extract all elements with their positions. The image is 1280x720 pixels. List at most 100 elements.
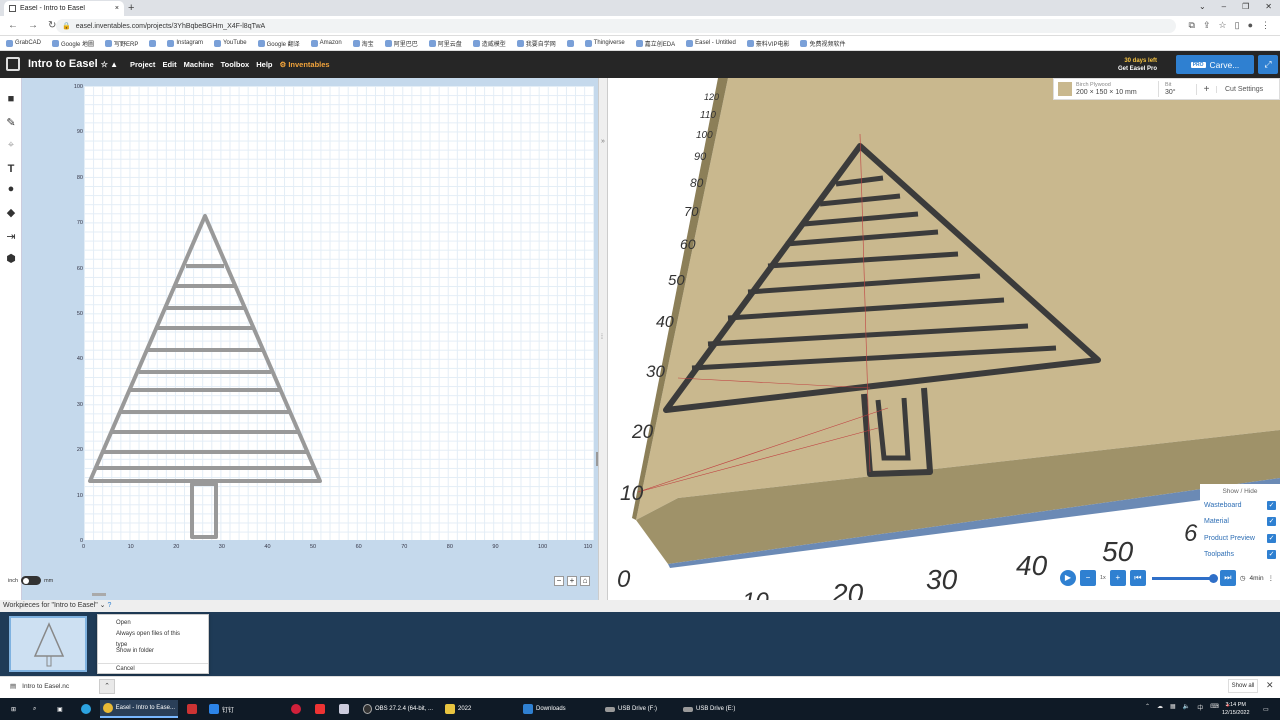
back-icon[interactable]: ← [8,20,18,31]
close-tab-icon[interactable]: × [115,5,119,12]
progress-slider[interactable] [1151,573,1218,583]
bookmark-item[interactable]: GrabCAD [6,39,41,47]
bookmark-item[interactable]: 阿里云盘 [428,39,462,48]
text-icon[interactable]: T [4,162,18,176]
browser-tab[interactable]: Easel - Intro to Easel × [4,1,124,16]
add-bit-button[interactable]: + [1196,83,1216,95]
bookmark-item[interactable]: 嘉立创EDA [635,39,675,48]
start-icon[interactable]: ⊞ [8,700,19,718]
taskbar-downloads[interactable]: Downloads [520,700,569,718]
tree-design-shape[interactable] [84,86,594,540]
bookmark-item[interactable]: 淘宝 [352,39,374,48]
bookmark-item[interactable]: Easel - Untitled [686,39,736,47]
translate-icon[interactable]: ⧉ [1189,20,1195,31]
taskbar-dingtalk[interactable]: 钉钉 [206,700,237,718]
minimize-icon[interactable]: – [1222,2,1226,11]
shapes-icon[interactable]: ■ [4,92,18,106]
favorite-star-icon[interactable]: ☆ ▲ [101,60,118,69]
app-red-icon[interactable] [312,700,328,718]
ime-icon[interactable]: 中 [1197,703,1203,712]
taskbar-usb-e[interactable]: USB Drive (E:) [680,700,738,718]
show-all-button[interactable]: Show all [1228,679,1258,693]
url-field[interactable]: 🔒 easel.inventables.com/projects/3YhBqbe… [56,19,1176,33]
help-icon[interactable]: ? [108,602,112,609]
maximize-icon[interactable]: ❐ [1242,2,1249,11]
checkbox-icon[interactable]: ✓ [1267,550,1276,560]
bookmark-item[interactable]: YouTube [214,39,247,47]
more-icon[interactable]: ⋮ [1268,574,1275,582]
ctx-always-open[interactable]: Always open files of this type [98,629,208,648]
unit-toggle[interactable]: inch mm [8,576,53,585]
menu-edit[interactable]: Edit [162,60,176,69]
box-icon[interactable]: ◆ [4,206,18,220]
layer-product-preview[interactable]: Product Preview ✓ [1200,530,1280,547]
close-download-bar-icon[interactable]: ✕ [1266,680,1274,691]
cut-settings-button[interactable]: Cut Settings [1216,85,1263,93]
bookmark-item[interactable]: Google 地圖 [52,39,94,48]
taskbar-chrome[interactable]: Easel - Intro to Ease... [100,700,178,718]
input-icon[interactable]: ⌨ [1210,703,1219,712]
material-swatch[interactable] [1058,82,1072,96]
menu-project[interactable]: Project [130,60,155,69]
drag-handle-icon[interactable]: ⁞ [601,334,603,341]
volume-icon[interactable]: 🔈 [1183,703,1190,712]
download-options-icon[interactable]: ⌃ [99,679,115,694]
workpieces-header[interactable]: Workpieces for "Intro to Easel" ⌄ ? [0,600,1280,612]
task-view-icon[interactable]: ▣ [54,700,66,718]
tab-search-icon[interactable]: ⌄ [1199,2,1206,11]
home-icon[interactable]: ⌂ [580,576,590,586]
checkbox-icon[interactable]: ✓ [1267,517,1276,527]
trial-notice[interactable]: 30 days left Get Easel Pro [1118,57,1157,73]
download-item[interactable]: ▤ Intro to Easel.nc [10,682,69,691]
taskbar-usb-f[interactable]: USB Drive (F:) [602,700,660,718]
netease-icon[interactable] [288,700,304,718]
rewind-icon[interactable]: ⏮ [1129,570,1146,586]
network-icon[interactable]: ▦ [1170,703,1176,712]
slower-button[interactable]: − [1080,570,1096,586]
bookmark-item[interactable]: 免费视频软件 [800,39,845,48]
bookmark-item[interactable]: 我要自学网 [516,39,556,48]
skip-end-icon[interactable]: ⏭ [1219,570,1236,586]
workpiece-thumbnail[interactable] [9,616,87,672]
menu-toolbox[interactable]: Toolbox [221,60,250,69]
material-info[interactable]: Birch Plywood 200 × 150 × 10 mm [1076,81,1158,97]
project-title[interactable]: Intro to Easel ☆ ▲ [28,58,118,70]
layer-toolpaths[interactable]: Toolpaths ✓ [1200,547,1280,564]
menu-icon[interactable]: ⋮ [1261,20,1270,31]
taskbar-folder-2022[interactable]: 2022 [442,700,474,718]
taskbar-obs[interactable]: OBS 27.2.4 (64-bit, ... [360,700,436,718]
menu-help[interactable]: Help [256,60,272,69]
forward-icon[interactable]: → [28,20,38,31]
carve-button[interactable]: PRO Carve... [1176,55,1254,74]
layer-wasteboard[interactable]: Wasteboard ✓ [1200,497,1280,514]
bookmark-item[interactable] [566,39,574,47]
3d-preview[interactable] [608,78,1280,600]
ctx-cancel[interactable]: Cancel [98,663,208,674]
sidebar-icon[interactable]: ▯ [1235,20,1240,31]
bookmark-item[interactable]: 造威模型 [472,39,506,48]
zoom-out-button[interactable]: − [554,576,564,586]
bookmark-item[interactable] [149,39,157,47]
import-icon[interactable]: ⇥ [4,230,18,244]
zoom-in-button[interactable]: + [567,576,577,586]
unit-switch[interactable] [21,576,42,585]
menu-machine[interactable]: Machine [184,60,214,69]
tray-chevron-icon[interactable]: ⌃ [1145,703,1150,712]
3d-icon[interactable]: ⬢ [4,252,18,266]
pen-icon[interactable]: ✎ [4,116,18,130]
collapse-right-icon[interactable]: » [601,138,605,145]
checkbox-icon[interactable]: ✓ [1267,500,1276,510]
close-window-icon[interactable]: ✕ [1265,2,1272,11]
notification-icon[interactable]: ▭ [1260,700,1272,718]
menu-inventables[interactable]: ⚙ Inventables [280,60,330,69]
bookmark-item[interactable]: Instagram [167,39,203,47]
panel-divider[interactable]: » ⁞ [598,78,608,600]
bookmark-item[interactable]: Thingiverse [584,39,625,47]
ctx-show-in-folder[interactable]: Show in folder [98,646,208,657]
easel-logo-icon[interactable] [6,57,20,71]
checkbox-icon[interactable]: ✓ [1267,533,1276,543]
apps-icon[interactable]: ● [4,182,18,196]
cloud-icon[interactable]: ☁ [1157,703,1163,712]
search-icon[interactable]: ⌕ [30,700,39,718]
play-icon[interactable]: ▶ [1060,570,1076,586]
